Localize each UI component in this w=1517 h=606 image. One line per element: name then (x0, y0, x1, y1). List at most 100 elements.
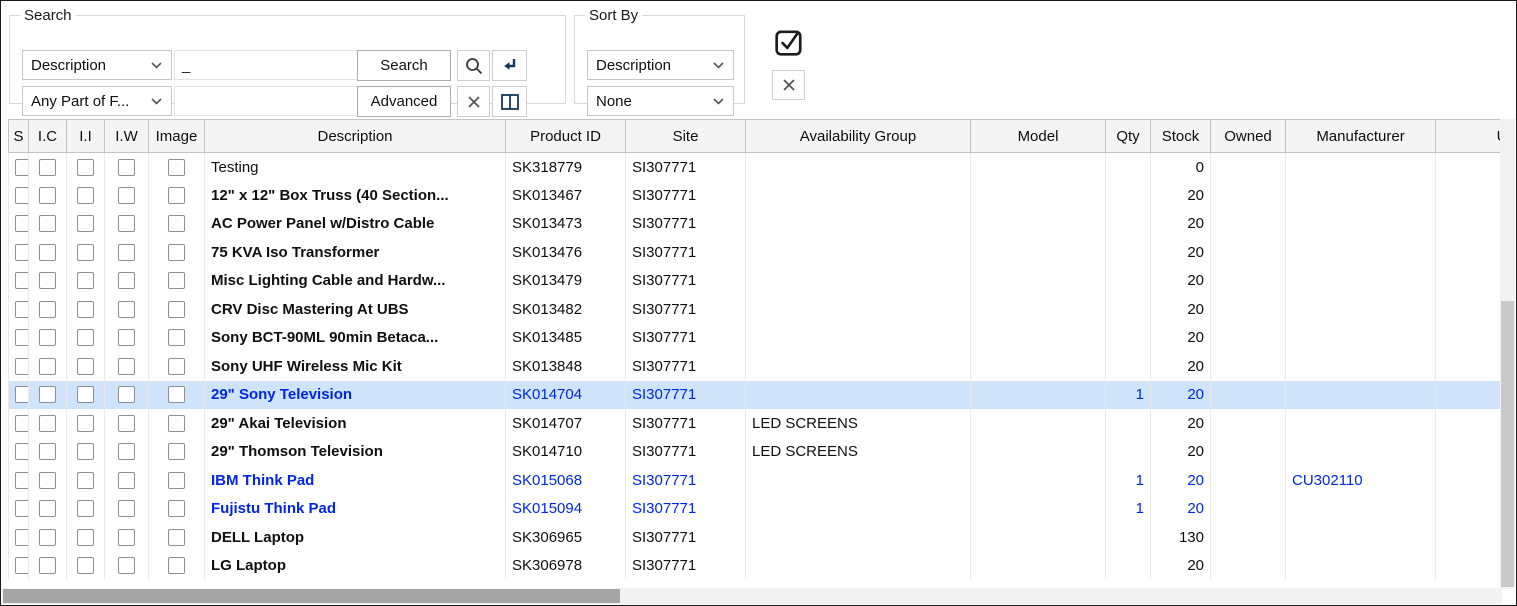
iw-checkbox[interactable] (118, 557, 135, 574)
ic-checkbox[interactable] (39, 159, 56, 176)
ic-checkbox[interactable] (39, 187, 56, 204)
s-checkbox[interactable] (15, 215, 29, 232)
ii-checkbox[interactable] (77, 500, 94, 517)
iw-checkbox[interactable] (118, 500, 135, 517)
column-header-availability-group[interactable]: Availability Group (746, 120, 971, 153)
image-checkbox[interactable] (168, 386, 185, 403)
s-checkbox[interactable] (15, 244, 29, 261)
table-row[interactable]: IBM Think PadSK015068SI307771120CU302110 (9, 466, 1504, 495)
ii-checkbox[interactable] (77, 557, 94, 574)
table-row[interactable]: LG LaptopSK306978SI30777120 (9, 552, 1504, 581)
ic-checkbox[interactable] (39, 272, 56, 289)
ii-checkbox[interactable] (77, 159, 94, 176)
iw-checkbox[interactable] (118, 386, 135, 403)
iw-checkbox[interactable] (118, 443, 135, 460)
image-checkbox[interactable] (168, 301, 185, 318)
ii-checkbox[interactable] (77, 415, 94, 432)
table-row[interactable]: 12" x 12" Box Truss (40 Section...SK0134… (9, 181, 1504, 210)
table-row[interactable]: DELL LaptopSK306965SI307771130 (9, 523, 1504, 552)
image-checkbox[interactable] (168, 244, 185, 261)
table-row[interactable]: 29" Thomson TelevisionSK014710SI307771LE… (9, 438, 1504, 467)
iw-checkbox[interactable] (118, 244, 135, 261)
column-header-manufacturer[interactable]: Manufacturer (1286, 120, 1436, 153)
s-checkbox[interactable] (15, 443, 29, 460)
s-checkbox[interactable] (15, 272, 29, 289)
image-checkbox[interactable] (168, 358, 185, 375)
image-checkbox[interactable] (168, 329, 185, 346)
iw-checkbox[interactable] (118, 358, 135, 375)
column-header-ic[interactable]: I.C (29, 120, 67, 153)
search-match-select[interactable]: Any Part of F... (22, 86, 172, 116)
s-checkbox[interactable] (15, 472, 29, 489)
s-checkbox[interactable] (15, 159, 29, 176)
ii-checkbox[interactable] (77, 529, 94, 546)
column-header-site[interactable]: Site (626, 120, 746, 153)
ic-checkbox[interactable] (39, 301, 56, 318)
iw-checkbox[interactable] (118, 272, 135, 289)
table-row[interactable]: 29" Akai TelevisionSK014707SI307771LED S… (9, 409, 1504, 438)
search-field-select[interactable]: Description (22, 50, 172, 80)
table-row[interactable]: AC Power Panel w/Distro CableSK013473SI3… (9, 210, 1504, 239)
sort-primary-select[interactable]: Description (587, 50, 734, 80)
table-row[interactable]: 75 KVA Iso TransformerSK013476SI30777120 (9, 238, 1504, 267)
ic-checkbox[interactable] (39, 358, 56, 375)
s-checkbox[interactable] (15, 500, 29, 517)
column-header-owned[interactable]: Owned (1211, 120, 1286, 153)
ii-checkbox[interactable] (77, 187, 94, 204)
ii-checkbox[interactable] (77, 272, 94, 289)
ic-checkbox[interactable] (39, 500, 56, 517)
s-checkbox[interactable] (15, 386, 29, 403)
ic-checkbox[interactable] (39, 215, 56, 232)
ic-checkbox[interactable] (39, 529, 56, 546)
table-row[interactable]: Sony BCT-90ML 90min Betaca...SK013485SI3… (9, 324, 1504, 353)
table-row[interactable]: TestingSK318779SI3077710 (9, 153, 1504, 182)
s-checkbox[interactable] (15, 415, 29, 432)
clear-selection-button[interactable] (772, 70, 805, 100)
ii-checkbox[interactable] (77, 472, 94, 489)
table-row[interactable]: Fujistu Think PadSK015094SI307771120 (9, 495, 1504, 524)
column-header-ii[interactable]: I.I (67, 120, 105, 153)
iw-checkbox[interactable] (118, 329, 135, 346)
search-button[interactable]: Search (357, 50, 451, 81)
ic-checkbox[interactable] (39, 386, 56, 403)
s-checkbox[interactable] (15, 557, 29, 574)
clear-search-button[interactable] (457, 86, 490, 117)
ic-checkbox[interactable] (39, 244, 56, 261)
ic-checkbox[interactable] (39, 329, 56, 346)
column-header-iw[interactable]: I.W (105, 120, 149, 153)
column-header-image[interactable]: Image (149, 120, 205, 153)
magnifier-button[interactable] (457, 50, 490, 81)
image-checkbox[interactable] (168, 159, 185, 176)
vertical-scrollbar-thumb[interactable] (1501, 301, 1514, 587)
iw-checkbox[interactable] (118, 472, 135, 489)
column-header-stock[interactable]: Stock (1151, 120, 1211, 153)
image-checkbox[interactable] (168, 187, 185, 204)
image-checkbox[interactable] (168, 272, 185, 289)
ii-checkbox[interactable] (77, 358, 94, 375)
iw-checkbox[interactable] (118, 415, 135, 432)
s-checkbox[interactable] (15, 301, 29, 318)
column-header-qty[interactable]: Qty (1106, 120, 1151, 153)
column-header-description[interactable]: Description (205, 120, 506, 153)
image-checkbox[interactable] (168, 557, 185, 574)
image-checkbox[interactable] (168, 500, 185, 517)
column-header-product-id[interactable]: Product ID (506, 120, 626, 153)
ii-checkbox[interactable] (77, 215, 94, 232)
horizontal-scrollbar[interactable] (2, 588, 1502, 604)
image-checkbox[interactable] (168, 472, 185, 489)
image-checkbox[interactable] (168, 415, 185, 432)
ic-checkbox[interactable] (39, 557, 56, 574)
iw-checkbox[interactable] (118, 187, 135, 204)
table-row[interactable]: CRV Disc Mastering At UBSSK013482SI30777… (9, 295, 1504, 324)
s-checkbox[interactable] (15, 358, 29, 375)
image-checkbox[interactable] (168, 443, 185, 460)
return-arrow-button[interactable] (492, 50, 527, 81)
search-input[interactable]: _ (174, 50, 362, 80)
iw-checkbox[interactable] (118, 215, 135, 232)
ii-checkbox[interactable] (77, 301, 94, 318)
select-checked-button[interactable] (771, 25, 807, 59)
ii-checkbox[interactable] (77, 329, 94, 346)
table-row[interactable]: Sony UHF Wireless Mic KitSK013848SI30777… (9, 352, 1504, 381)
s-checkbox[interactable] (15, 329, 29, 346)
iw-checkbox[interactable] (118, 159, 135, 176)
